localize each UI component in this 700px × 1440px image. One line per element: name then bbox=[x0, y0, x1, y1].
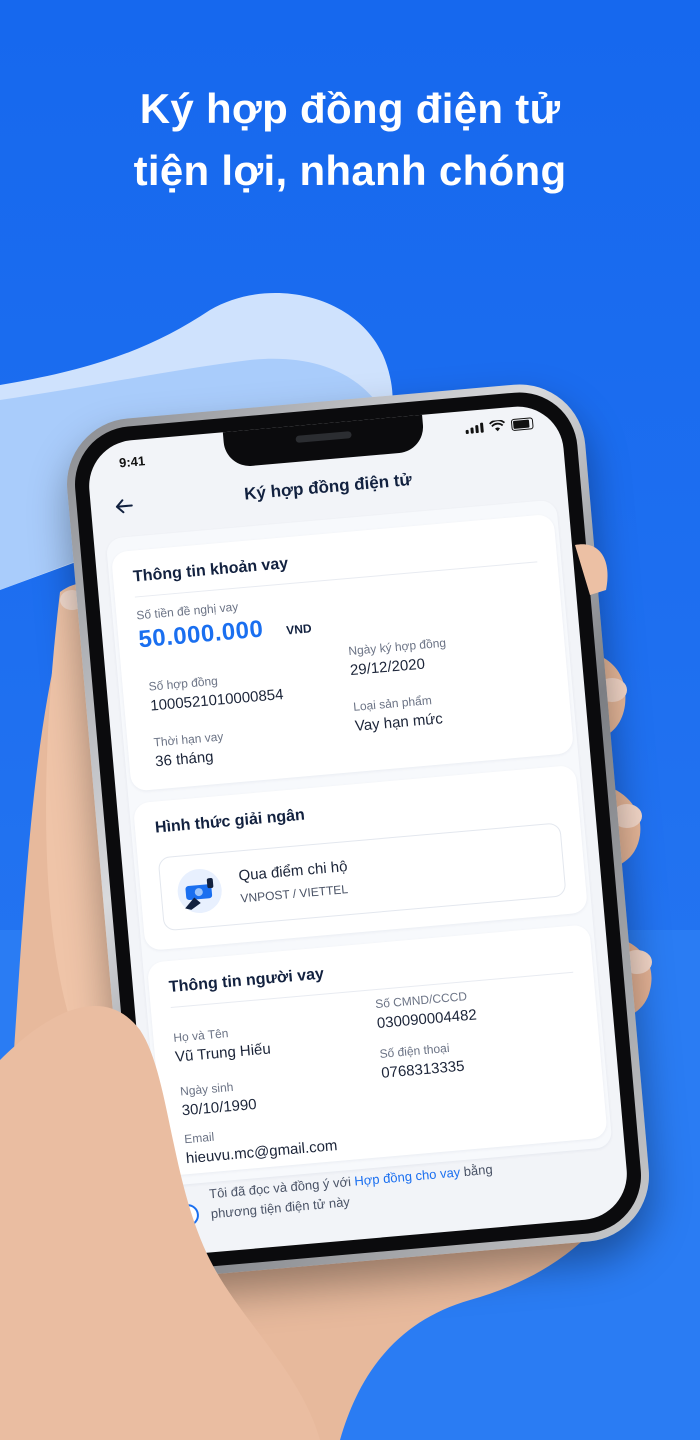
hand-front-fingers bbox=[0, 544, 608, 1440]
